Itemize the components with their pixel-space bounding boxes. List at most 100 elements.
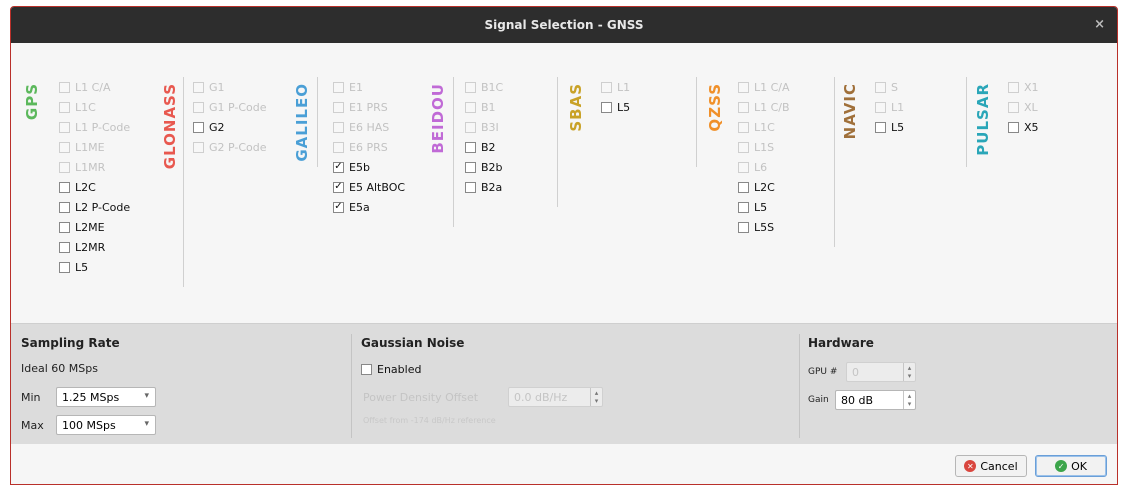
sbas-system-label: SBAS	[567, 83, 585, 132]
checkbox-icon	[193, 101, 204, 113]
signal-label: L1ME	[75, 140, 105, 154]
beidou-signal-checkbox: B1	[465, 97, 503, 117]
signal-label: B1C	[481, 80, 504, 94]
checkbox-icon	[59, 261, 70, 273]
gps-signal-checkbox[interactable]: L2 P-Code	[59, 197, 130, 217]
checkbox-icon	[59, 141, 70, 153]
galileo-signal-checkbox[interactable]: ✓ E5b	[333, 157, 405, 177]
checkbox-icon	[875, 101, 886, 113]
checkbox-icon	[59, 161, 70, 173]
glonass-system-label: GLONASS	[161, 83, 179, 170]
signal-label: S	[891, 80, 898, 94]
beidou-signal-checkbox[interactable]: B2a	[465, 177, 503, 197]
sbas-signal-checkbox: L1	[601, 77, 630, 97]
signal-label: L1 C/A	[754, 80, 790, 94]
gpu-index-value: 0	[852, 365, 859, 379]
gpu-index-input[interactable]: 0 ▴ ▾	[846, 362, 916, 382]
max-sample-rate-select[interactable]: 100 MSps ▾	[56, 415, 156, 435]
power-density-offset-label: Power Density Offset	[363, 391, 479, 404]
divider	[317, 77, 318, 167]
galileo-signal-checkbox[interactable]: ✓ E5 AltBOC	[333, 177, 405, 197]
checkmark-icon: ✓	[333, 161, 344, 173]
qzss-signal-checkbox[interactable]: L5	[738, 197, 790, 217]
qzss-signal-checkbox: L1 C/B	[738, 97, 790, 117]
gps-signal-checkbox: L1ME	[59, 137, 130, 157]
gps-signal-checkbox[interactable]: L2MR	[59, 237, 130, 257]
checkbox-icon	[333, 101, 344, 113]
divider	[453, 77, 454, 227]
signal-label: L1C	[754, 120, 775, 134]
divider	[696, 77, 697, 167]
power-density-offset-value: 0.0 dB/Hz	[514, 390, 568, 404]
galileo-signal-checkbox[interactable]: ✓ E5a	[333, 197, 405, 217]
galileo-signal-checkbox: E6 HAS	[333, 117, 405, 137]
dialog-footer: ✕ Cancel ✓ OK	[11, 444, 1117, 484]
cancel-label: Cancel	[980, 459, 1018, 473]
divider	[351, 334, 352, 438]
checkbox-icon	[59, 201, 70, 213]
navic-signal-checkbox[interactable]: L5	[875, 117, 904, 137]
settings-panel: Sampling Rate Ideal 60 MSps Min 1.25 MSp…	[11, 323, 1117, 444]
cancel-icon: ✕	[964, 460, 977, 472]
checkbox-icon	[738, 141, 749, 153]
signal-label: E1 PRS	[349, 100, 388, 114]
checkbox-icon	[738, 101, 749, 113]
qzss-signal-checkbox: L6	[738, 157, 790, 177]
signal-label: L1MR	[75, 160, 106, 174]
checkbox-icon	[465, 101, 476, 113]
noise-enabled-checkbox[interactable]: Enabled	[361, 359, 421, 379]
sbas-signal-checkbox[interactable]: L5	[601, 97, 630, 117]
qzss-signal-checkbox[interactable]: L5S	[738, 217, 790, 237]
galileo-signal-checkbox: E1 PRS	[333, 97, 405, 117]
galileo-signal-list: E1 E1 PRS E6 HAS E6 PRS ✓ E5b ✓ E5 AltBOC ✓ E5a	[333, 77, 405, 217]
gain-input[interactable]: 80 dB ▴ ▾	[835, 390, 916, 410]
checkbox-icon	[738, 201, 749, 213]
checkbox-icon	[465, 141, 476, 153]
cancel-button[interactable]: ✕ Cancel	[955, 455, 1027, 477]
ok-icon: ✓	[1055, 460, 1068, 472]
gps-signal-checkbox[interactable]: L5	[59, 257, 130, 277]
signal-label: L1 P-Code	[75, 120, 131, 134]
glonass-signal-list: G1 G1 P-Code G2 G2 P-Code	[193, 77, 267, 157]
divider	[557, 77, 558, 207]
checkbox-icon	[59, 221, 70, 233]
checkbox-icon	[361, 363, 372, 375]
pulsar-signal-checkbox: XL	[1008, 97, 1039, 117]
ok-button[interactable]: ✓ OK	[1035, 455, 1107, 477]
signal-label: L1 C/A	[75, 80, 111, 94]
signal-label: L2ME	[75, 220, 105, 234]
checkbox-icon	[1008, 101, 1019, 113]
signal-label: L5	[891, 120, 905, 134]
glonass-signal-checkbox[interactable]: G2	[193, 117, 267, 137]
checkbox-icon	[59, 121, 70, 133]
galileo-signal-checkbox: E1	[333, 77, 405, 97]
beidou-signal-checkbox[interactable]: B2	[465, 137, 503, 157]
qzss-signal-list: L1 C/A L1 C/B L1C L1S L6 L2C L5 L5S	[738, 77, 790, 237]
window-title: Signal Selection - GNSS	[484, 18, 644, 32]
chevron-down-icon: ▾	[144, 391, 149, 401]
max-label: Max	[21, 419, 44, 432]
close-icon[interactable]: ×	[1094, 17, 1105, 32]
signal-label: X5	[1024, 120, 1039, 134]
checkbox-icon	[333, 141, 344, 153]
stepper-icon: ▴ ▾	[903, 391, 915, 409]
navic-signal-list: S L1 L5	[875, 77, 904, 137]
gain-label: Gain	[808, 395, 829, 405]
checkbox-icon	[601, 81, 612, 93]
pulsar-signal-checkbox[interactable]: X5	[1008, 117, 1039, 137]
checkbox-icon	[465, 161, 476, 173]
beidou-signal-checkbox[interactable]: B2b	[465, 157, 503, 177]
checkbox-icon	[465, 181, 476, 193]
min-sample-rate-select[interactable]: 1.25 MSps ▾	[56, 387, 156, 407]
gps-signal-checkbox[interactable]: L2C	[59, 177, 130, 197]
chevron-down-icon: ▾	[144, 419, 149, 429]
navic-system-label: NAVIC	[841, 83, 859, 140]
divider	[966, 77, 967, 167]
gps-signal-checkbox[interactable]: L2ME	[59, 217, 130, 237]
power-density-offset-input[interactable]: 0.0 dB/Hz ▴ ▾	[508, 387, 603, 407]
qzss-system-label: QZSS	[706, 83, 724, 132]
gps-signal-checkbox: L1 C/A	[59, 77, 130, 97]
qzss-signal-checkbox[interactable]: L2C	[738, 177, 790, 197]
signal-label: L2MR	[75, 240, 106, 254]
checkbox-icon	[1008, 121, 1019, 133]
